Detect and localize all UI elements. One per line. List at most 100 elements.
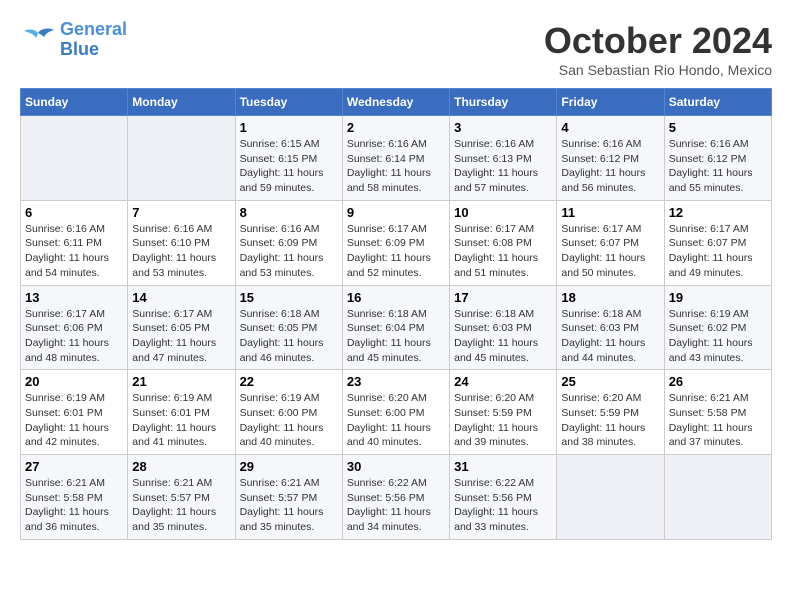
day-number: 4: [561, 120, 659, 135]
day-cell: [557, 455, 664, 540]
page-header: General Blue October 2024 San Sebastian …: [20, 20, 772, 78]
day-info: Sunrise: 6:16 AM Sunset: 6:11 PM Dayligh…: [25, 222, 123, 281]
day-number: 21: [132, 374, 230, 389]
day-cell: 11 Sunrise: 6:17 AM Sunset: 6:07 PM Dayl…: [557, 200, 664, 285]
day-cell: 24 Sunrise: 6:20 AM Sunset: 5:59 PM Dayl…: [450, 370, 557, 455]
calendar-table: SundayMondayTuesdayWednesdayThursdayFrid…: [20, 88, 772, 540]
day-info: Sunrise: 6:18 AM Sunset: 6:05 PM Dayligh…: [240, 307, 338, 366]
day-number: 15: [240, 290, 338, 305]
day-cell: 8 Sunrise: 6:16 AM Sunset: 6:09 PM Dayli…: [235, 200, 342, 285]
day-info: Sunrise: 6:17 AM Sunset: 6:07 PM Dayligh…: [561, 222, 659, 281]
day-number: 29: [240, 459, 338, 474]
day-cell: 6 Sunrise: 6:16 AM Sunset: 6:11 PM Dayli…: [21, 200, 128, 285]
weekday-thursday: Thursday: [450, 89, 557, 116]
month-title: October 2024: [544, 20, 772, 62]
day-info: Sunrise: 6:17 AM Sunset: 6:08 PM Dayligh…: [454, 222, 552, 281]
day-cell: 4 Sunrise: 6:16 AM Sunset: 6:12 PM Dayli…: [557, 116, 664, 201]
day-cell: 5 Sunrise: 6:16 AM Sunset: 6:12 PM Dayli…: [664, 116, 771, 201]
day-cell: 10 Sunrise: 6:17 AM Sunset: 6:08 PM Dayl…: [450, 200, 557, 285]
day-cell: [21, 116, 128, 201]
day-info: Sunrise: 6:20 AM Sunset: 5:59 PM Dayligh…: [561, 391, 659, 450]
day-info: Sunrise: 6:21 AM Sunset: 5:57 PM Dayligh…: [240, 476, 338, 535]
weekday-wednesday: Wednesday: [342, 89, 449, 116]
day-number: 20: [25, 374, 123, 389]
day-number: 8: [240, 205, 338, 220]
day-info: Sunrise: 6:20 AM Sunset: 6:00 PM Dayligh…: [347, 391, 445, 450]
day-number: 3: [454, 120, 552, 135]
calendar-body: 1 Sunrise: 6:15 AM Sunset: 6:15 PM Dayli…: [21, 116, 772, 540]
day-info: Sunrise: 6:21 AM Sunset: 5:58 PM Dayligh…: [669, 391, 767, 450]
day-number: 31: [454, 459, 552, 474]
day-info: Sunrise: 6:15 AM Sunset: 6:15 PM Dayligh…: [240, 137, 338, 196]
day-cell: [664, 455, 771, 540]
day-info: Sunrise: 6:22 AM Sunset: 5:56 PM Dayligh…: [347, 476, 445, 535]
title-block: October 2024 San Sebastian Rio Hondo, Me…: [544, 20, 772, 78]
day-cell: 23 Sunrise: 6:20 AM Sunset: 6:00 PM Dayl…: [342, 370, 449, 455]
day-cell: 20 Sunrise: 6:19 AM Sunset: 6:01 PM Dayl…: [21, 370, 128, 455]
day-cell: 21 Sunrise: 6:19 AM Sunset: 6:01 PM Dayl…: [128, 370, 235, 455]
location: San Sebastian Rio Hondo, Mexico: [544, 62, 772, 78]
day-cell: 2 Sunrise: 6:16 AM Sunset: 6:14 PM Dayli…: [342, 116, 449, 201]
day-cell: 30 Sunrise: 6:22 AM Sunset: 5:56 PM Dayl…: [342, 455, 449, 540]
day-cell: 9 Sunrise: 6:17 AM Sunset: 6:09 PM Dayli…: [342, 200, 449, 285]
day-info: Sunrise: 6:16 AM Sunset: 6:14 PM Dayligh…: [347, 137, 445, 196]
day-number: 30: [347, 459, 445, 474]
day-number: 23: [347, 374, 445, 389]
day-info: Sunrise: 6:19 AM Sunset: 6:01 PM Dayligh…: [132, 391, 230, 450]
day-info: Sunrise: 6:16 AM Sunset: 6:10 PM Dayligh…: [132, 222, 230, 281]
day-info: Sunrise: 6:16 AM Sunset: 6:12 PM Dayligh…: [561, 137, 659, 196]
day-cell: 27 Sunrise: 6:21 AM Sunset: 5:58 PM Dayl…: [21, 455, 128, 540]
day-cell: 19 Sunrise: 6:19 AM Sunset: 6:02 PM Dayl…: [664, 285, 771, 370]
day-info: Sunrise: 6:21 AM Sunset: 5:58 PM Dayligh…: [25, 476, 123, 535]
day-info: Sunrise: 6:17 AM Sunset: 6:06 PM Dayligh…: [25, 307, 123, 366]
day-number: 25: [561, 374, 659, 389]
day-cell: 31 Sunrise: 6:22 AM Sunset: 5:56 PM Dayl…: [450, 455, 557, 540]
day-cell: 15 Sunrise: 6:18 AM Sunset: 6:05 PM Dayl…: [235, 285, 342, 370]
weekday-tuesday: Tuesday: [235, 89, 342, 116]
logo-text: General Blue: [60, 20, 127, 60]
day-info: Sunrise: 6:17 AM Sunset: 6:07 PM Dayligh…: [669, 222, 767, 281]
day-info: Sunrise: 6:19 AM Sunset: 6:00 PM Dayligh…: [240, 391, 338, 450]
day-number: 17: [454, 290, 552, 305]
weekday-header-row: SundayMondayTuesdayWednesdayThursdayFrid…: [21, 89, 772, 116]
day-cell: 22 Sunrise: 6:19 AM Sunset: 6:00 PM Dayl…: [235, 370, 342, 455]
day-cell: 29 Sunrise: 6:21 AM Sunset: 5:57 PM Dayl…: [235, 455, 342, 540]
day-number: 18: [561, 290, 659, 305]
day-cell: 26 Sunrise: 6:21 AM Sunset: 5:58 PM Dayl…: [664, 370, 771, 455]
day-number: 1: [240, 120, 338, 135]
day-number: 19: [669, 290, 767, 305]
day-number: 2: [347, 120, 445, 135]
week-row-1: 1 Sunrise: 6:15 AM Sunset: 6:15 PM Dayli…: [21, 116, 772, 201]
day-info: Sunrise: 6:17 AM Sunset: 6:05 PM Dayligh…: [132, 307, 230, 366]
day-info: Sunrise: 6:19 AM Sunset: 6:01 PM Dayligh…: [25, 391, 123, 450]
day-number: 26: [669, 374, 767, 389]
day-cell: 1 Sunrise: 6:15 AM Sunset: 6:15 PM Dayli…: [235, 116, 342, 201]
day-number: 27: [25, 459, 123, 474]
weekday-saturday: Saturday: [664, 89, 771, 116]
day-number: 28: [132, 459, 230, 474]
day-number: 16: [347, 290, 445, 305]
weekday-friday: Friday: [557, 89, 664, 116]
day-number: 5: [669, 120, 767, 135]
day-number: 11: [561, 205, 659, 220]
day-cell: 28 Sunrise: 6:21 AM Sunset: 5:57 PM Dayl…: [128, 455, 235, 540]
day-cell: 18 Sunrise: 6:18 AM Sunset: 6:03 PM Dayl…: [557, 285, 664, 370]
day-info: Sunrise: 6:18 AM Sunset: 6:03 PM Dayligh…: [454, 307, 552, 366]
week-row-3: 13 Sunrise: 6:17 AM Sunset: 6:06 PM Dayl…: [21, 285, 772, 370]
week-row-5: 27 Sunrise: 6:21 AM Sunset: 5:58 PM Dayl…: [21, 455, 772, 540]
day-number: 6: [25, 205, 123, 220]
day-info: Sunrise: 6:18 AM Sunset: 6:04 PM Dayligh…: [347, 307, 445, 366]
logo-icon: [20, 25, 56, 55]
weekday-sunday: Sunday: [21, 89, 128, 116]
day-cell: [128, 116, 235, 201]
day-info: Sunrise: 6:22 AM Sunset: 5:56 PM Dayligh…: [454, 476, 552, 535]
day-info: Sunrise: 6:17 AM Sunset: 6:09 PM Dayligh…: [347, 222, 445, 281]
day-number: 12: [669, 205, 767, 220]
day-info: Sunrise: 6:16 AM Sunset: 6:09 PM Dayligh…: [240, 222, 338, 281]
day-number: 24: [454, 374, 552, 389]
day-number: 14: [132, 290, 230, 305]
day-cell: 13 Sunrise: 6:17 AM Sunset: 6:06 PM Dayl…: [21, 285, 128, 370]
day-cell: 7 Sunrise: 6:16 AM Sunset: 6:10 PM Dayli…: [128, 200, 235, 285]
day-number: 7: [132, 205, 230, 220]
day-info: Sunrise: 6:18 AM Sunset: 6:03 PM Dayligh…: [561, 307, 659, 366]
